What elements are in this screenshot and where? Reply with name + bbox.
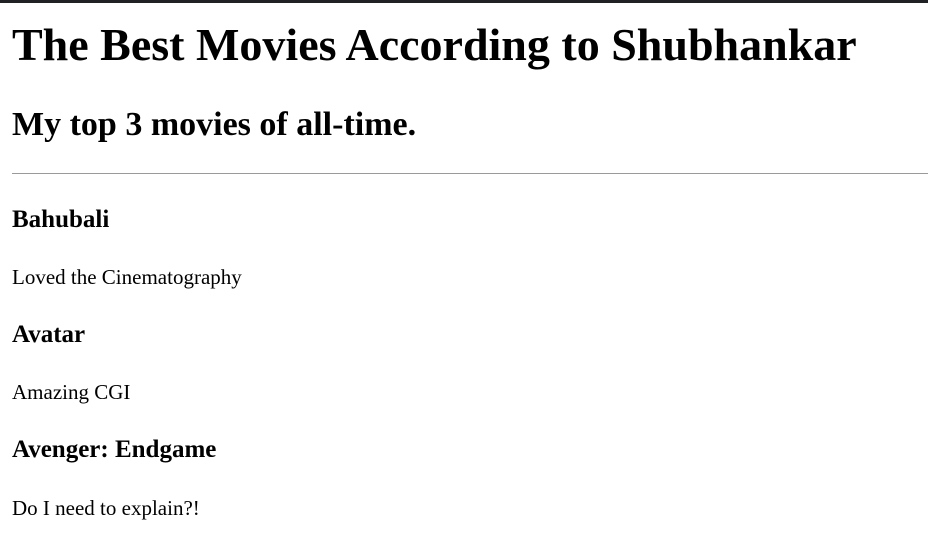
movie-description-avatar: Amazing CGI: [12, 380, 131, 404]
page-title: The Best Movies According to Shubhankar: [12, 19, 857, 70]
movie-title-endgame: Avenger: Endgame: [12, 436, 217, 463]
movie-description-endgame: Do I need to explain?!: [12, 496, 200, 520]
movie-description-bahubali: Loved the Cinematography: [12, 265, 242, 289]
section-divider: [12, 173, 928, 174]
page-subtitle: My top 3 movies of all-time.: [12, 106, 417, 143]
window-top-edge: [0, 0, 928, 3]
movie-title-avatar: Avatar: [12, 321, 86, 348]
movie-title-bahubali: Bahubali: [12, 206, 110, 233]
